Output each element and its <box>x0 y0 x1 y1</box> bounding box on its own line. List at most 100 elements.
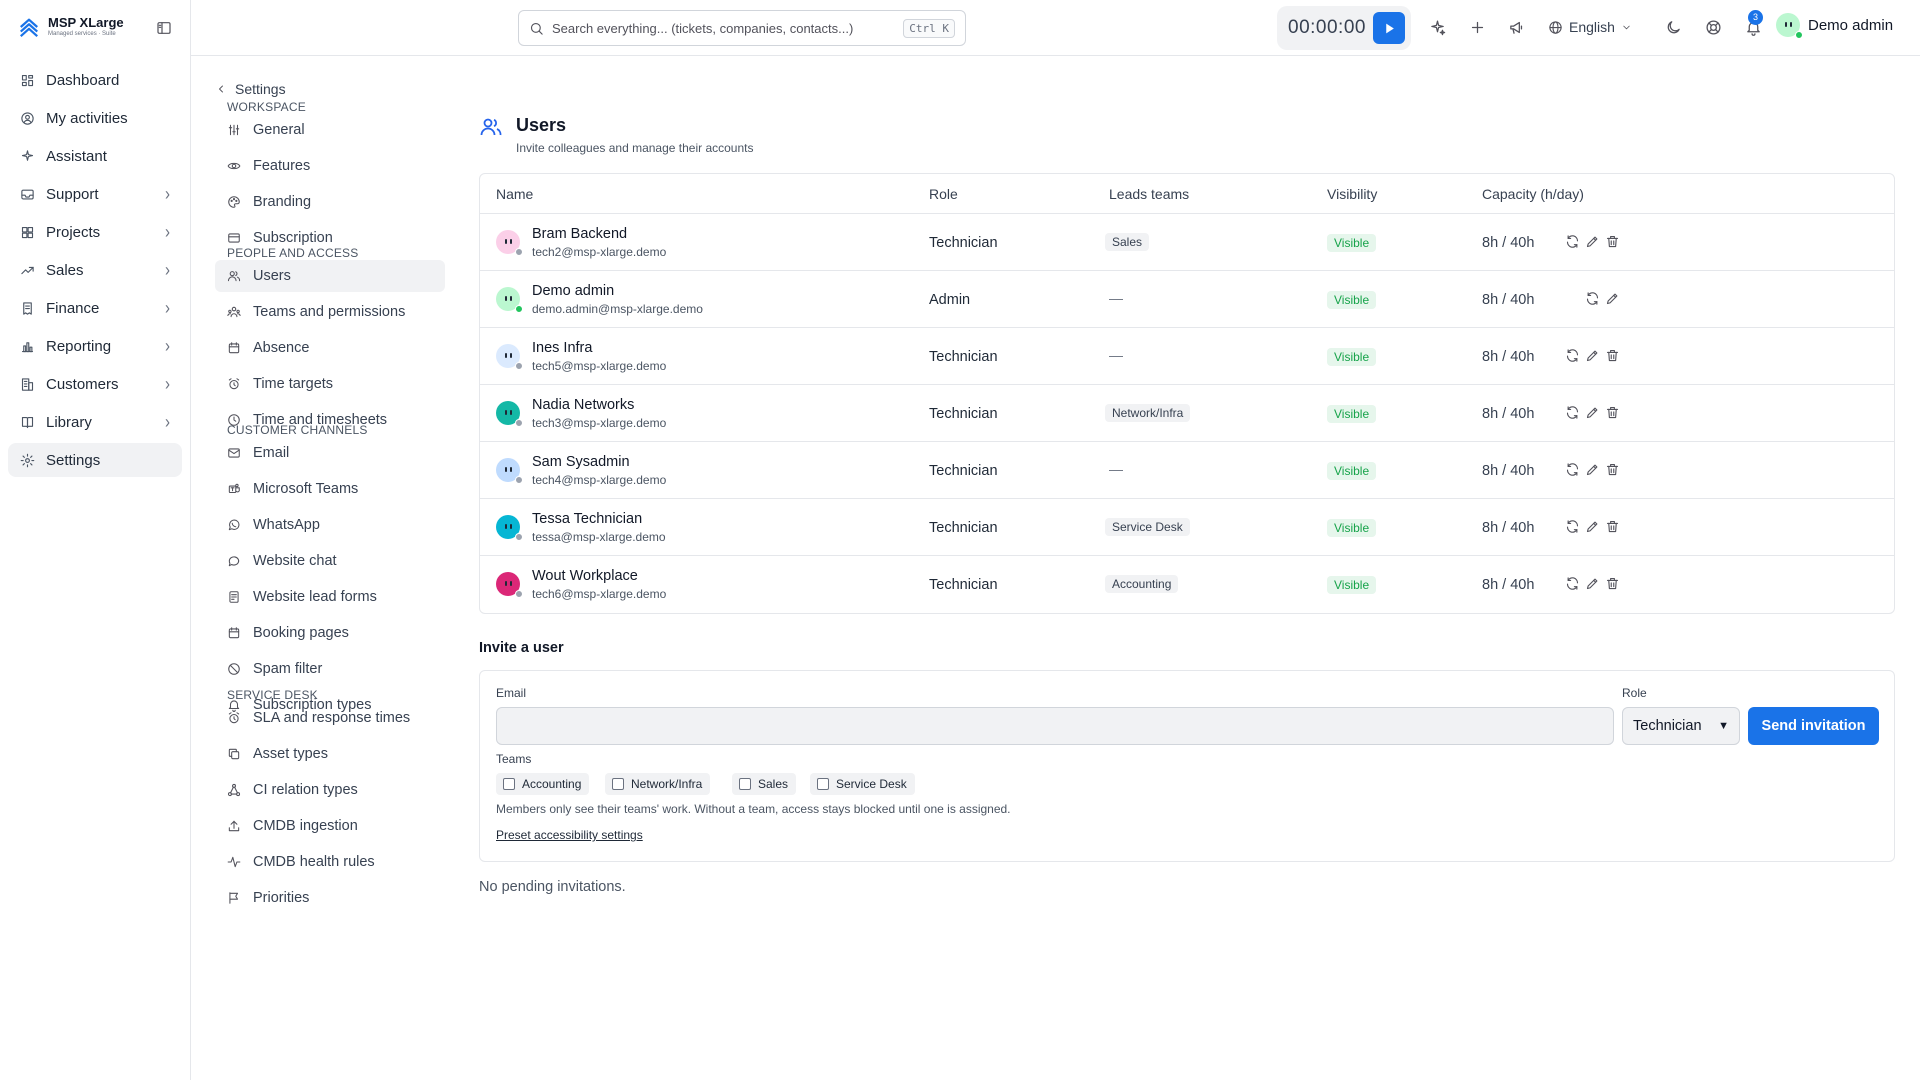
checkbox-box[interactable] <box>503 778 515 790</box>
team-checkbox-accounting[interactable]: Accounting <box>496 773 590 795</box>
team-checkbox-network-infra[interactable]: Network/Infra <box>605 773 711 795</box>
delete-trash-icon[interactable] <box>1605 576 1620 591</box>
settings-nav-item-features[interactable]: Features <box>215 150 445 182</box>
sidebar-item-my-activities[interactable]: My activities <box>8 101 182 135</box>
sidebar-item-finance[interactable]: Finance › <box>8 291 182 325</box>
team-checkbox-service-desk[interactable]: Service Desk <box>810 773 915 795</box>
settings-nav-item-time-targets[interactable]: Time targets <box>215 368 445 400</box>
sidebar-item-sales[interactable]: Sales › <box>8 253 182 287</box>
reset-sync-icon[interactable] <box>1585 291 1600 306</box>
settings-nav-item-website-chat[interactable]: Website chat <box>215 545 445 577</box>
delete-trash-icon[interactable] <box>1605 348 1620 363</box>
team-badge: Accounting <box>1105 575 1179 593</box>
edit-pencil-icon[interactable] <box>1585 405 1600 420</box>
sidebar-item-label: My activities <box>46 109 128 127</box>
settings-nav-item-website-lead-forms[interactable]: Website lead forms <box>215 581 445 613</box>
user-name[interactable]: Demo admin <box>532 283 614 299</box>
invite-email-input[interactable] <box>496 707 1614 745</box>
sidebar-item-assistant[interactable]: Assistant <box>8 139 182 173</box>
dark-mode-moon-icon[interactable] <box>1665 19 1682 36</box>
edit-pencil-icon[interactable] <box>1585 462 1600 477</box>
visibility-badge[interactable]: Visible <box>1327 291 1377 309</box>
visibility-badge[interactable]: Visible <box>1327 519 1377 537</box>
visibility-badge[interactable]: Visible <box>1327 462 1377 480</box>
reset-sync-icon[interactable] <box>1565 405 1580 420</box>
user-name[interactable]: Sam Sysadmin <box>532 454 630 470</box>
settings-nav-item-spam-filter[interactable]: Spam filter <box>215 653 445 685</box>
sidebar-item-library[interactable]: Library › <box>8 405 182 439</box>
user-name[interactable]: Nadia Networks <box>532 397 634 413</box>
team-checkbox-sales[interactable]: Sales <box>732 773 797 795</box>
settings-nav-item-asset-types[interactable]: Asset types <box>215 738 445 770</box>
edit-pencil-icon[interactable] <box>1585 576 1600 591</box>
upload-icon <box>227 819 241 833</box>
user-name[interactable]: Wout Workplace <box>532 568 638 584</box>
delete-trash-icon[interactable] <box>1605 234 1620 249</box>
settings-nav: Settings WORKSPACE General Features Brandin… <box>191 56 461 1080</box>
announcements-megaphone-icon[interactable] <box>1508 19 1525 36</box>
send-invitation-button[interactable]: Send invitation <box>1748 707 1879 745</box>
settings-nav-item-microsoft-teams[interactable]: Microsoft Teams <box>215 473 445 505</box>
visibility-badge[interactable]: Visible <box>1327 348 1377 366</box>
settings-nav-item-email[interactable]: Email <box>215 437 445 469</box>
edit-pencil-icon[interactable] <box>1605 291 1620 306</box>
app-logo[interactable]: MSP XLarge Managed services · Suite <box>18 16 124 38</box>
settings-nav-item-cmdb-ingestion[interactable]: CMDB ingestion <box>215 810 445 842</box>
edit-pencil-icon[interactable] <box>1585 519 1600 534</box>
checkbox-box[interactable] <box>612 778 624 790</box>
delete-trash-icon[interactable] <box>1605 462 1620 477</box>
sidebar-toggle-icon[interactable] <box>156 20 172 36</box>
reset-sync-icon[interactable] <box>1565 234 1580 249</box>
visibility-badge[interactable]: Visible <box>1327 234 1377 252</box>
delete-trash-icon[interactable] <box>1605 405 1620 420</box>
play-icon <box>1385 23 1394 33</box>
calendar-icon <box>227 626 241 640</box>
delete-trash-icon[interactable] <box>1605 519 1620 534</box>
timer-start-button[interactable] <box>1373 12 1405 44</box>
edit-pencil-icon[interactable] <box>1585 348 1600 363</box>
preset-accessibility-link[interactable]: Preset accessibility settings <box>496 828 643 842</box>
user-name[interactable]: Ines Infra <box>532 340 592 356</box>
avatar <box>496 344 523 370</box>
settings-nav-item-branding[interactable]: Branding <box>215 186 445 218</box>
building-icon <box>20 377 36 392</box>
settings-nav-item-absence[interactable]: Absence <box>215 332 445 364</box>
reset-sync-icon[interactable] <box>1565 348 1580 363</box>
settings-nav-item-cmdb-health-rules[interactable]: CMDB health rules <box>215 846 445 878</box>
global-search[interactable]: Search everything... (tickets, companies… <box>518 10 966 46</box>
invite-role-select[interactable]: Technician ▼ <box>1622 707 1740 745</box>
settings-nav-item-booking-pages[interactable]: Booking pages <box>215 617 445 649</box>
sidebar-item-dashboard[interactable]: Dashboard <box>8 63 182 97</box>
user-name[interactable]: Bram Backend <box>532 226 627 242</box>
reset-sync-icon[interactable] <box>1565 462 1580 477</box>
settings-nav-item-teams-and-permissions[interactable]: Teams and permissions <box>215 296 445 328</box>
user-menu[interactable]: Demo admin <box>1776 13 1893 39</box>
settings-nav-item-users[interactable]: Users <box>215 260 445 292</box>
edit-pencil-icon[interactable] <box>1585 234 1600 249</box>
back-to-settings-link[interactable]: Settings <box>215 81 286 97</box>
reset-sync-icon[interactable] <box>1565 576 1580 591</box>
settings-nav-item-whatsapp[interactable]: WhatsApp <box>215 509 445 541</box>
sidebar-item-projects[interactable]: Projects › <box>8 215 182 249</box>
user-name[interactable]: Tessa Technician <box>532 511 642 527</box>
chevron-down-icon: ▼ <box>1718 720 1729 732</box>
sidebar-item-settings[interactable]: Settings <box>8 443 182 477</box>
checkbox-box[interactable] <box>739 778 751 790</box>
visibility-badge[interactable]: Visible <box>1327 576 1377 594</box>
sidebar-item-customers[interactable]: Customers › <box>8 367 182 401</box>
sidebar-item-support[interactable]: Support › <box>8 177 182 211</box>
assistant-sparkles-icon[interactable] <box>1429 19 1446 36</box>
column-header-leads-teams: Leads teams <box>1109 186 1190 202</box>
settings-nav-item-ci-relation-types[interactable]: CI relation types <box>215 774 445 806</box>
help-lifebuoy-icon[interactable] <box>1705 19 1722 36</box>
sidebar-item-reporting[interactable]: Reporting › <box>8 329 182 363</box>
settings-nav-item-priorities[interactable]: Priorities <box>215 882 445 914</box>
visibility-badge[interactable]: Visible <box>1327 405 1377 423</box>
create-plus-icon[interactable] <box>1469 19 1486 36</box>
settings-nav-item-general[interactable]: General <box>215 114 445 146</box>
invite-section-title: Invite a user <box>479 640 564 656</box>
language-selector[interactable]: English <box>1548 19 1632 35</box>
checkbox-box[interactable] <box>817 778 829 790</box>
reset-sync-icon[interactable] <box>1565 519 1580 534</box>
settings-nav-item-sla-and-response-times[interactable]: SLA and response times <box>215 702 445 734</box>
